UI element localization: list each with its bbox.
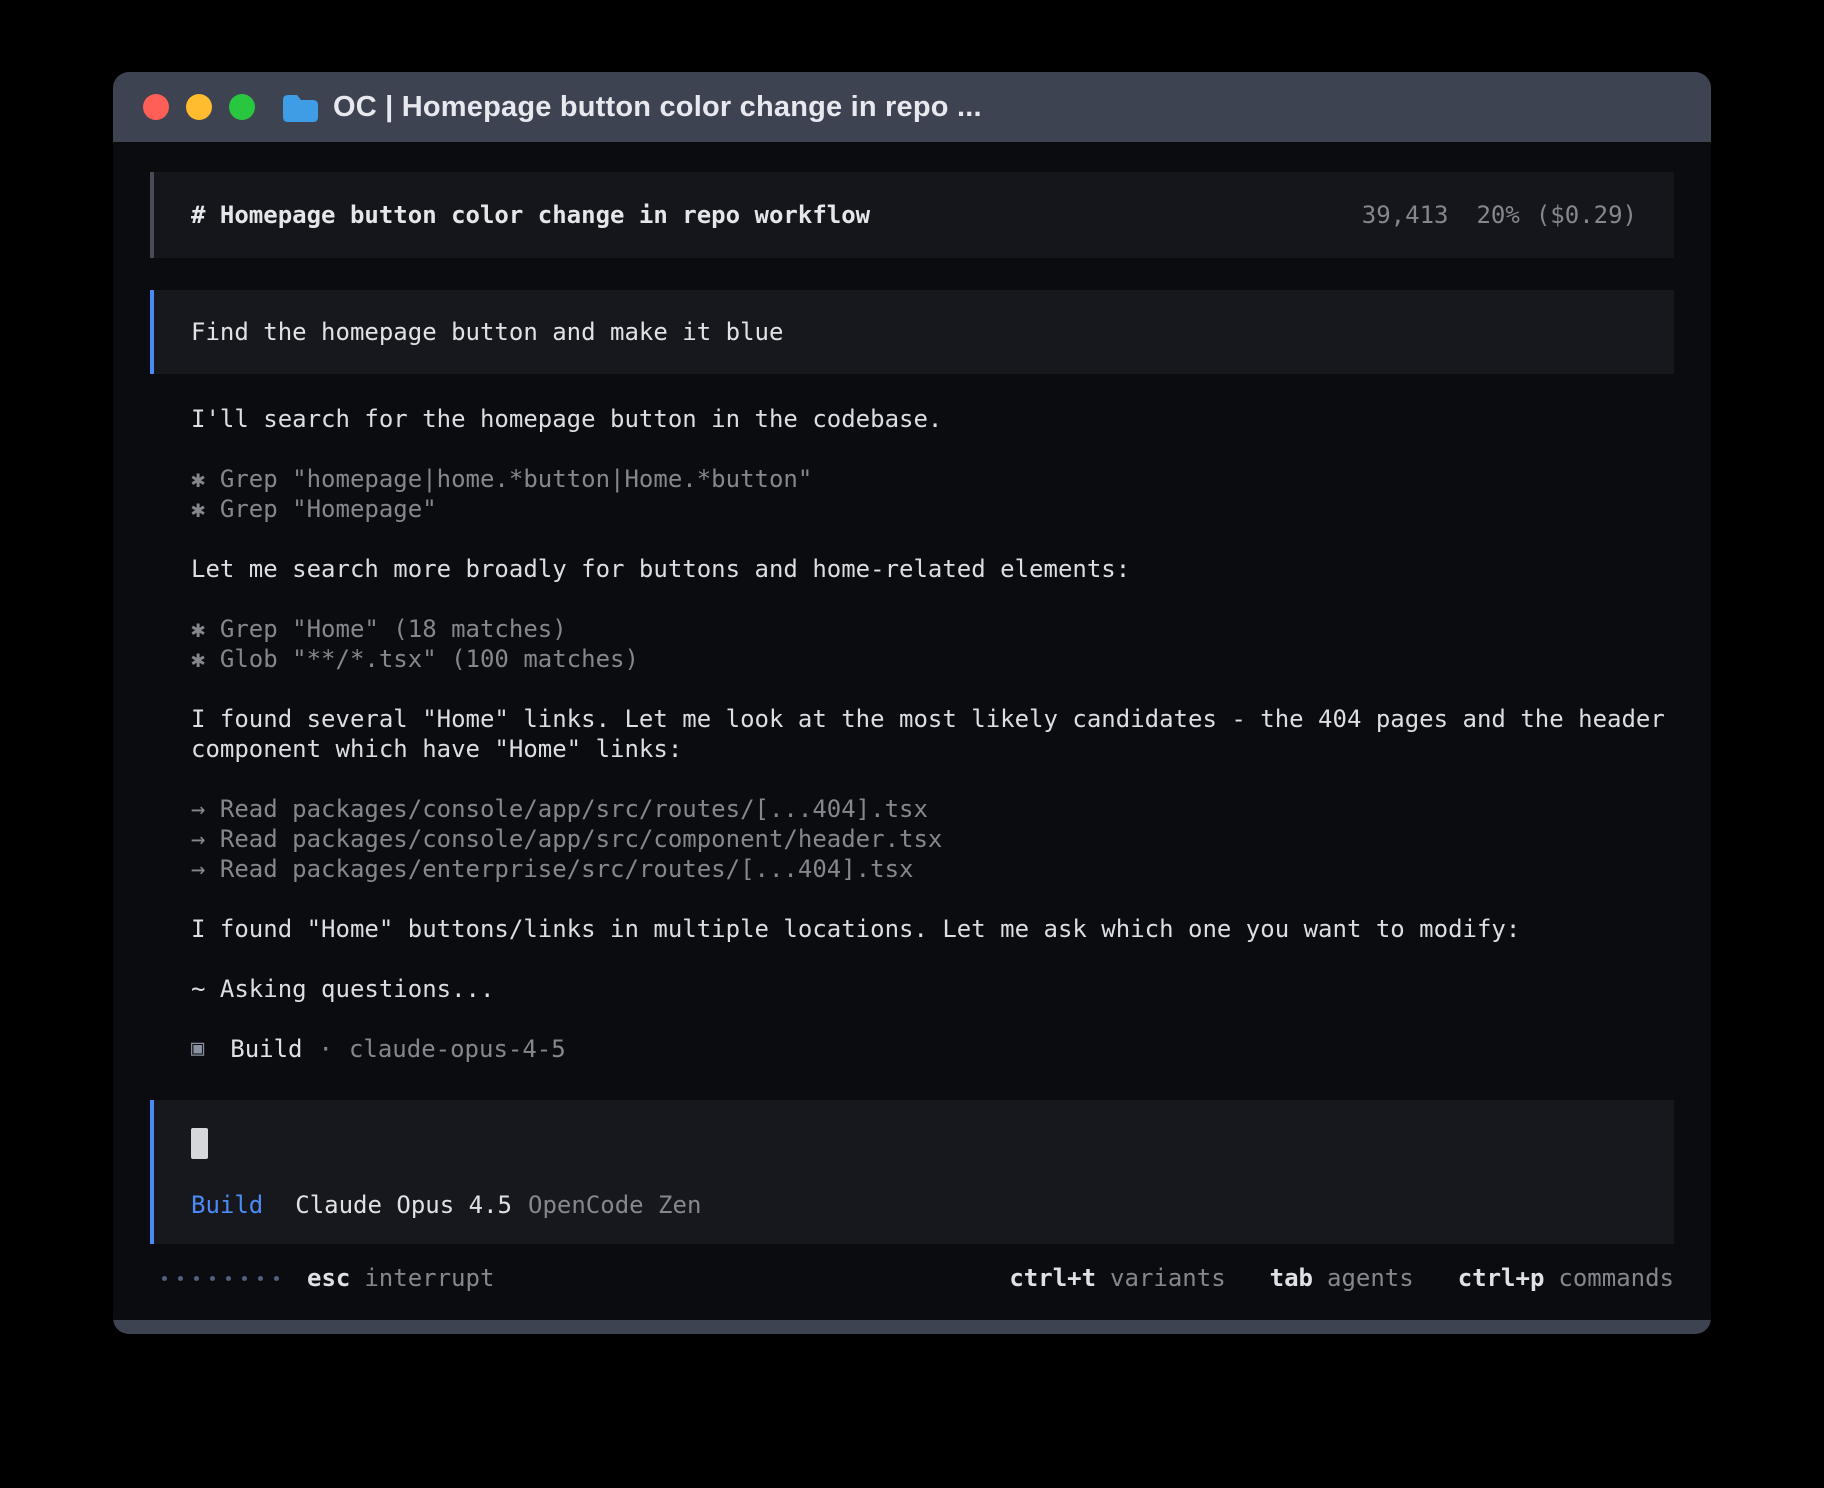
agent-icon: ▣	[191, 1034, 204, 1064]
terminal-window: OC | Homepage button color change in rep…	[113, 72, 1711, 1334]
session-stats: 39,413 20% ($0.29)	[1362, 200, 1637, 230]
assistant-paragraph: I found several "Home" links. Let me loo…	[191, 704, 1674, 764]
hint-key: ctrl+t	[1009, 1263, 1096, 1293]
hint-commands: ctrl+p commands	[1458, 1263, 1674, 1293]
tool-call-line: ✱ Grep "Home" (18 matches)	[191, 614, 1674, 644]
agent-separator: ·	[319, 1034, 333, 1064]
spinner-dots	[162, 1276, 279, 1281]
session-title: # Homepage button color change in repo w…	[191, 200, 870, 230]
titlebar[interactable]: OC | Homepage button color change in rep…	[113, 72, 1711, 142]
hint-key: tab	[1270, 1263, 1313, 1293]
zoom-button[interactable]	[229, 94, 255, 120]
tool-call-line: ✱ Glob "**/*.tsx" (100 matches)	[191, 644, 1674, 674]
mode-badge[interactable]: Build	[191, 1190, 263, 1220]
tool-call-group: ✱ Grep "Home" (18 matches) ✱ Glob "**/*.…	[191, 614, 1674, 674]
assistant-status: ~ Asking questions...	[191, 974, 1674, 1004]
conversation: I'll search for the homepage button in t…	[150, 404, 1674, 1064]
assistant-paragraph: Let me search more broadly for buttons a…	[191, 554, 1674, 584]
spinner-dot	[258, 1276, 263, 1281]
tool-call-line: ✱ Grep "Homepage"	[191, 494, 1674, 524]
prompt-input[interactable]: Build Claude Opus 4.5 OpenCode Zen	[150, 1100, 1674, 1244]
user-message: Find the homepage button and make it blu…	[150, 290, 1674, 374]
assistant-paragraph: I found "Home" buttons/links in multiple…	[191, 914, 1674, 944]
tool-call-group: → Read packages/console/app/src/routes/[…	[191, 794, 1674, 884]
session-header: # Homepage button color change in repo w…	[150, 172, 1674, 258]
minimize-button[interactable]	[186, 94, 212, 120]
input-cursor	[191, 1128, 208, 1159]
session-cost: ($0.29)	[1536, 200, 1637, 230]
close-button[interactable]	[143, 94, 169, 120]
window-title: OC | Homepage button color change in rep…	[333, 91, 982, 124]
spinner-dot	[210, 1276, 215, 1281]
user-message-text: Find the homepage button and make it blu…	[191, 318, 783, 346]
agent-status-line: ▣ Build · claude-opus-4-5	[191, 1034, 1674, 1064]
hint-label: agents	[1327, 1263, 1414, 1293]
provider-name: OpenCode Zen	[528, 1190, 701, 1220]
agent-name: Build	[230, 1034, 302, 1064]
keyboard-hints: ctrl+t variants tab agents ctrl+p comman…	[1009, 1263, 1674, 1293]
folder-icon	[281, 93, 318, 122]
traffic-lights	[143, 94, 255, 120]
spinner-dot	[178, 1276, 183, 1281]
tool-call-line: → Read packages/console/app/src/componen…	[191, 824, 1674, 854]
interrupt-hint: esc interrupt	[307, 1263, 494, 1293]
spinner-dot	[162, 1276, 167, 1281]
tool-call-line: ✱ Grep "homepage|home.*button|Home.*butt…	[191, 464, 1674, 494]
tool-call-line: → Read packages/enterprise/src/routes/[.…	[191, 854, 1674, 884]
terminal-content: # Homepage button color change in repo w…	[113, 142, 1711, 1320]
agent-model: claude-opus-4-5	[349, 1034, 566, 1064]
hint-agents: tab agents	[1270, 1263, 1414, 1293]
assistant-paragraph: I'll search for the homepage button in t…	[191, 404, 1674, 434]
hint-label: variants	[1110, 1263, 1226, 1293]
tool-call-line: → Read packages/console/app/src/routes/[…	[191, 794, 1674, 824]
model-name: Claude Opus 4.5	[295, 1190, 512, 1220]
esc-key: esc	[307, 1263, 350, 1293]
input-mode-row: Build Claude Opus 4.5 OpenCode Zen	[191, 1190, 1637, 1220]
hint-variants: ctrl+t variants	[1009, 1263, 1225, 1293]
esc-label: interrupt	[364, 1263, 494, 1293]
token-count: 39,413	[1362, 200, 1449, 230]
tool-call-group: ✱ Grep "homepage|home.*button|Home.*butt…	[191, 464, 1674, 524]
spinner-dot	[226, 1276, 231, 1281]
hint-key: ctrl+p	[1458, 1263, 1545, 1293]
spinner-dot	[274, 1276, 279, 1281]
status-bar: esc interrupt ctrl+t variants tab agents…	[150, 1262, 1674, 1294]
spinner-dot	[242, 1276, 247, 1281]
context-percent: 20%	[1476, 200, 1519, 230]
spinner-dot	[194, 1276, 199, 1281]
hint-label: commands	[1558, 1263, 1674, 1293]
